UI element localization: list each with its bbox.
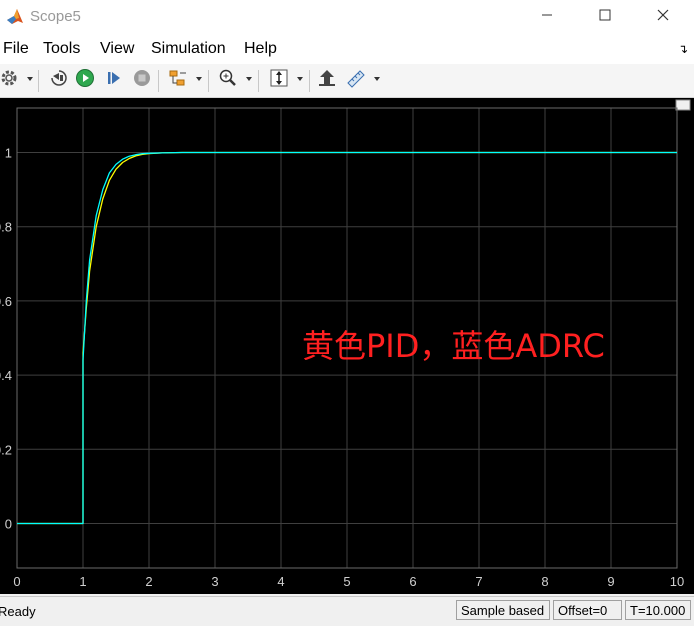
title-bar: Scope5 xyxy=(0,0,694,34)
x-tick-label: 1 xyxy=(79,574,86,589)
status-bar: Ready Sample based Offset=0 T=10.000 xyxy=(0,596,694,626)
toolbar-divider xyxy=(38,70,39,92)
step-forward-icon xyxy=(104,68,124,93)
x-tick-label: 6 xyxy=(409,574,416,589)
step-back-button[interactable] xyxy=(48,69,70,91)
y-tick-label: 1 xyxy=(5,146,12,161)
toolbar xyxy=(0,64,694,98)
close-button[interactable] xyxy=(640,0,686,34)
signal-select-icon xyxy=(168,68,188,93)
x-tick-label: 5 xyxy=(343,574,350,589)
gear-icon xyxy=(0,68,19,93)
chevron-down-icon[interactable] xyxy=(297,77,303,81)
sample-mode-label: Sample based xyxy=(456,600,550,620)
x-tick-label: 10 xyxy=(670,574,684,589)
x-tick-label: 9 xyxy=(607,574,614,589)
signal-select-button[interactable] xyxy=(167,69,189,91)
x-tick-label: 3 xyxy=(211,574,218,589)
stop-icon xyxy=(132,68,152,93)
measurement-icon xyxy=(346,68,366,93)
zoom-icon xyxy=(218,68,238,93)
menu-bar: File Tools View Simulation Help ↴ xyxy=(0,34,694,64)
measurement-button[interactable] xyxy=(345,69,367,91)
chevron-down-icon[interactable] xyxy=(246,77,252,81)
y-tick-label: 0.6 xyxy=(0,294,12,309)
stop-button[interactable] xyxy=(131,69,153,91)
chevron-down-icon[interactable] xyxy=(27,77,33,81)
x-tick-label: 7 xyxy=(475,574,482,589)
chevron-down-icon[interactable] xyxy=(196,77,202,81)
minimize-icon xyxy=(541,8,553,26)
maximize-icon xyxy=(599,8,611,26)
y-tick-label: 0 xyxy=(5,516,12,531)
menu-simulation[interactable]: Simulation xyxy=(151,40,226,58)
menu-file[interactable]: File xyxy=(3,40,29,58)
scope-display[interactable]: 0 1 2 3 4 5 6 7 8 9 10 0 0.2 0.4 0.6 0.8 1 黄色PID，蓝色ADRC xyxy=(0,98,694,594)
menu-help[interactable]: Help xyxy=(244,40,277,58)
run-button[interactable] xyxy=(74,68,96,93)
toolbar-divider xyxy=(258,70,259,92)
x-tick-label: 0 xyxy=(13,574,20,589)
menu-view[interactable]: View xyxy=(100,40,134,58)
window-title: Scope5 xyxy=(30,8,81,25)
time-label: T=10.000 xyxy=(625,600,691,620)
run-icon xyxy=(75,68,95,93)
scope-plot: 0 1 2 3 4 5 6 7 8 9 10 0 0.2 0.4 0.6 0.8 1 黄色PID，蓝色ADRC xyxy=(0,99,691,589)
expand-axes-icon xyxy=(675,99,691,111)
y-tick-label: 0.4 xyxy=(0,368,12,383)
x-tick-label: 8 xyxy=(541,574,548,589)
y-tick-label: 0.2 xyxy=(0,442,12,457)
chevron-down-icon[interactable] xyxy=(374,77,380,81)
toolbar-divider xyxy=(309,70,310,92)
configuration-button[interactable] xyxy=(0,69,20,91)
menu-tools[interactable]: Tools xyxy=(43,40,80,58)
zoom-button[interactable] xyxy=(217,69,239,91)
toolbar-divider xyxy=(158,70,159,92)
offset-label: Offset=0 xyxy=(553,600,622,620)
dock-arrow-icon[interactable]: ↴ xyxy=(678,42,688,56)
highlight-block-icon xyxy=(317,68,337,93)
scale-axes-icon xyxy=(269,68,289,93)
step-forward-button[interactable] xyxy=(103,69,125,91)
scale-axes-button[interactable] xyxy=(268,69,290,91)
toolbar-divider xyxy=(208,70,209,92)
maximize-button[interactable] xyxy=(582,0,628,34)
highlight-block-button[interactable] xyxy=(316,69,338,91)
status-ready: Ready xyxy=(0,604,36,619)
matlab-logo-icon xyxy=(6,7,24,25)
x-tick-label: 2 xyxy=(145,574,152,589)
plot-annotation: 黄色PID，蓝色ADRC xyxy=(302,327,605,365)
close-icon xyxy=(657,8,669,26)
step-back-icon xyxy=(49,68,69,93)
y-tick-label: 0.8 xyxy=(0,220,12,235)
x-tick-label: 4 xyxy=(277,574,284,589)
minimize-button[interactable] xyxy=(524,0,570,34)
